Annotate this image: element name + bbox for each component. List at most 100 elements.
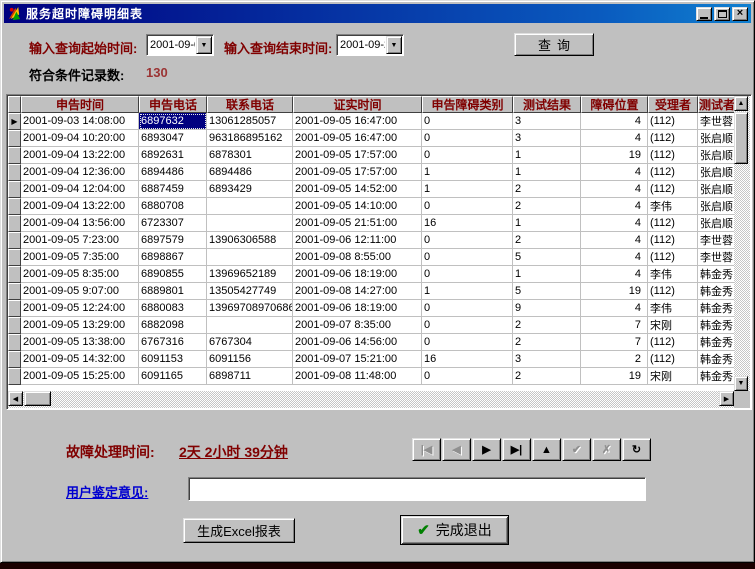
vertical-scroll-thumb[interactable]	[734, 112, 748, 164]
end-date-combobox[interactable]: 2001-09-23 ▼	[336, 34, 404, 56]
grid-cell[interactable]: 3	[513, 351, 581, 368]
grid-cell[interactable]	[207, 249, 293, 266]
grid-cell[interactable]: 2001-09-05 13:29:00	[21, 317, 139, 334]
grid-cell[interactable]: 6898711	[207, 368, 293, 385]
excel-report-button[interactable]: 生成Excel报表	[183, 518, 295, 543]
table-row[interactable]: 2001-09-04 12:36:00689448668944862001-09…	[8, 164, 736, 181]
grid-cell[interactable]: 4	[581, 300, 648, 317]
grid-cell[interactable]: 2001-09-05 12:24:00	[21, 300, 139, 317]
grid-cell[interactable]: 6723307	[139, 215, 207, 232]
vertical-scrollbar[interactable]: ▲ ▼	[734, 96, 750, 391]
grid-cell[interactable]: 1	[422, 181, 513, 198]
grid-cell[interactable]: 2001-09-05 7:23:00	[21, 232, 139, 249]
grid-cell[interactable]: 4	[581, 181, 648, 198]
grid-cell[interactable]: 2	[513, 232, 581, 249]
grid-cell[interactable]: 4	[581, 113, 648, 130]
grid-cell[interactable]: (112)	[648, 351, 698, 368]
grid-cell[interactable]: 1	[513, 147, 581, 164]
grid-cell[interactable]: 4	[581, 130, 648, 147]
grid-cell[interactable]: (112)	[648, 130, 698, 147]
grid-header-col[interactable]: 证实时间	[293, 96, 422, 113]
grid-cell[interactable]: 6894486	[139, 164, 207, 181]
grid-cell[interactable]: 0	[422, 300, 513, 317]
table-row[interactable]: 2001-09-05 12:24:00688008313969708970686…	[8, 300, 736, 317]
grid-cell[interactable]: 2001-09-05 14:52:00	[293, 181, 422, 198]
start-date-dropdown-button[interactable]: ▼	[196, 36, 212, 54]
grid-cell[interactable]: 2001-09-08 14:27:00	[293, 283, 422, 300]
grid-cell[interactable]: 6897632	[139, 113, 207, 130]
grid-cell[interactable]: 13906306588	[207, 232, 293, 249]
grid-cell[interactable]: 0	[422, 368, 513, 385]
scroll-left-button[interactable]: ◀	[8, 391, 23, 406]
grid-cell[interactable]: 1	[422, 283, 513, 300]
start-date-combobox[interactable]: 2001-09-05 ▼	[146, 34, 214, 56]
grid-cell[interactable]: 2001-09-05 14:32:00	[21, 351, 139, 368]
grid-cell[interactable]: 张启顺	[698, 130, 736, 147]
grid-cell[interactable]: (112)	[648, 164, 698, 181]
grid-cell[interactable]: 6091153	[139, 351, 207, 368]
grid-cell[interactable]: 6091156	[207, 351, 293, 368]
grid-cell[interactable]: 13969652189	[207, 266, 293, 283]
table-row[interactable]: 2001-09-05 13:38:00676731667673042001-09…	[8, 334, 736, 351]
grid-cell[interactable]: 2001-09-05 16:47:00	[293, 130, 422, 147]
grid-cell[interactable]: 2	[513, 181, 581, 198]
grid-cell[interactable]: (112)	[648, 334, 698, 351]
table-row[interactable]: 2001-09-04 12:04:00688745968934292001-09…	[8, 181, 736, 198]
grid-cell[interactable]: 张启顺	[698, 198, 736, 215]
grid-cell[interactable]: 6889801	[139, 283, 207, 300]
grid-cell[interactable]: 李伟	[648, 300, 698, 317]
grid-cell[interactable]: 韩金秀	[698, 368, 736, 385]
grid-cell[interactable]: 4	[581, 215, 648, 232]
grid-header-col[interactable]: 测试者	[698, 96, 736, 113]
grid-cell[interactable]: 2001-09-04 12:36:00	[21, 164, 139, 181]
grid-cell[interactable]: 韩金秀	[698, 266, 736, 283]
scroll-right-button[interactable]: ▶	[719, 391, 734, 406]
grid-cell[interactable]: 2001-09-05 17:57:00	[293, 147, 422, 164]
grid-cell[interactable]: 6880083	[139, 300, 207, 317]
grid-cell[interactable]: 5	[513, 283, 581, 300]
grid-cell[interactable]: 4	[581, 232, 648, 249]
grid-cell[interactable]: 2001-09-05 14:10:00	[293, 198, 422, 215]
grid-cell[interactable]: (112)	[648, 232, 698, 249]
nav-first-button[interactable]: |◀	[412, 438, 441, 461]
grid-cell[interactable]: 6898867	[139, 249, 207, 266]
grid-cell[interactable]: 6878301	[207, 147, 293, 164]
grid-cell[interactable]: 2001-09-05 8:35:00	[21, 266, 139, 283]
grid-cell[interactable]: 韩金秀	[698, 283, 736, 300]
grid-cell[interactable]: 韩金秀	[698, 351, 736, 368]
grid-cell[interactable]: 6893429	[207, 181, 293, 198]
grid-cell[interactable]: 李伟	[648, 198, 698, 215]
grid-cell[interactable]: 2001-09-05 21:51:00	[293, 215, 422, 232]
grid-cell[interactable]: 2001-09-03 14:08:00	[21, 113, 139, 130]
grid-cell[interactable]: 韩金秀	[698, 317, 736, 334]
grid-cell[interactable]: 6767304	[207, 334, 293, 351]
table-row[interactable]: 2001-09-05 14:32:00609115360911562001-09…	[8, 351, 736, 368]
grid-cell[interactable]: 2001-09-05 13:38:00	[21, 334, 139, 351]
grid-cell[interactable]: 2	[513, 317, 581, 334]
grid-cell[interactable]: 0	[422, 198, 513, 215]
grid-cell[interactable]: 宋刚	[648, 317, 698, 334]
grid-cell[interactable]: 2001-09-04 13:56:00	[21, 215, 139, 232]
grid-cell[interactable]: 6890855	[139, 266, 207, 283]
grid-cell[interactable]: 0	[422, 317, 513, 334]
table-row[interactable]: 2001-09-05 13:29:0068820982001-09-07 8:3…	[8, 317, 736, 334]
grid-cell[interactable]: 3	[513, 113, 581, 130]
nav-prior-button[interactable]: ◀	[442, 438, 471, 461]
grid-cell[interactable]: 6767316	[139, 334, 207, 351]
grid-cell[interactable]: 19	[581, 283, 648, 300]
grid-cell[interactable]: 6892631	[139, 147, 207, 164]
grid-header-col[interactable]: 联系电话	[207, 96, 293, 113]
grid-cell[interactable]: 2001-09-08 11:48:00	[293, 368, 422, 385]
finish-exit-button[interactable]: ✔ 完成退出	[400, 515, 509, 545]
grid-cell[interactable]: 张启顺	[698, 181, 736, 198]
grid-cell[interactable]: 13061285057	[207, 113, 293, 130]
table-row[interactable]: 2001-09-05 8:35:006890855139696521892001…	[8, 266, 736, 283]
grid-cell[interactable]: 7	[581, 317, 648, 334]
grid-cell[interactable]: 韩金秀	[698, 300, 736, 317]
grid-cell[interactable]: 16	[422, 215, 513, 232]
grid-cell[interactable]: 2001-09-06 14:56:00	[293, 334, 422, 351]
grid-cell[interactable]: 4	[581, 266, 648, 283]
grid-cell[interactable]: 张启顺	[698, 164, 736, 181]
grid-cell[interactable]: 李世蓉	[698, 113, 736, 130]
nav-refresh-button[interactable]: ↻	[622, 438, 651, 461]
